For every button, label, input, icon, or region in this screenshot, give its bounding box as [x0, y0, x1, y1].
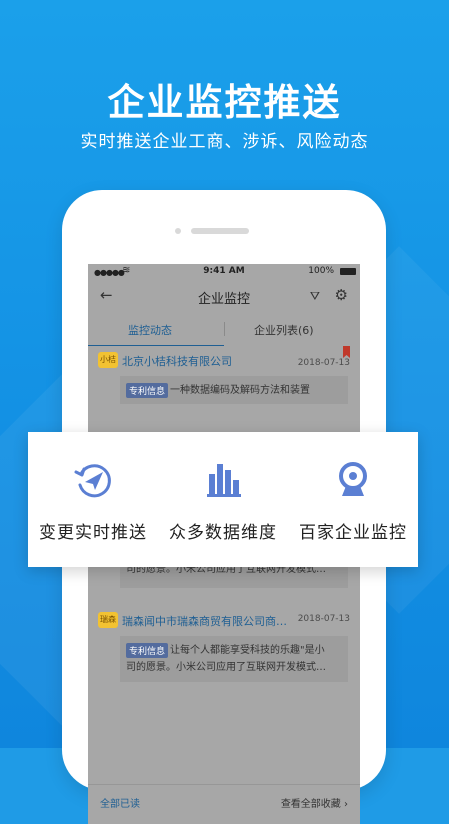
item-date: 2018-07-13 — [297, 358, 350, 368]
phone-speaker — [191, 228, 249, 234]
view-all-favorites-link[interactable]: 查看全部收藏 › — [281, 795, 348, 810]
feature-label: 变更实时推送 — [39, 523, 147, 543]
company-name[interactable]: 北京小桔科技有限公司 — [122, 353, 232, 369]
nav-bar: ← 企业监控 ⛛ ⚙ — [88, 280, 360, 312]
feature-label: 百家企业监控 — [299, 523, 407, 543]
info-text-line: 司的愿景。小米公司应用了互联网开发模式… — [126, 662, 326, 673]
list-item[interactable]: 小桔 北京小桔科技有限公司 2018-07-13 专利信息 一种数据编码及解码方… — [88, 346, 360, 416]
company-name[interactable]: 瑞森闻中市瑞森商贸有限公司商… — [122, 613, 287, 629]
info-box: 专利信息 一种数据编码及解码方法和装置 — [120, 376, 348, 404]
info-text-line: 让每个人都能享受科技的乐趣"是小 — [170, 645, 325, 656]
patent-badge: 专利信息 — [126, 643, 169, 658]
feature-item: 变更实时推送 — [28, 432, 158, 567]
tab-divider — [224, 322, 225, 336]
tab-company-list[interactable]: 企业列表(6) — [254, 322, 314, 338]
tab-monitor-updates[interactable]: 监控动态 — [128, 322, 172, 338]
mark-all-read-link[interactable]: 全部已读 — [100, 795, 140, 810]
info-text: 让每个人都能享受科技的乐趣"是小 — [170, 643, 342, 659]
tab-bar: 监控动态 企业列表(6) — [88, 312, 360, 347]
feature-label: 众多数据维度 — [169, 523, 277, 543]
bookmark-icon — [343, 346, 350, 358]
bar-chart-icon — [207, 464, 241, 497]
filter-icon[interactable]: ⛛ — [310, 289, 320, 304]
info-text: 一种数据编码及解码方法和装置 — [170, 385, 310, 396]
company-logo: 瑞森 — [98, 612, 118, 628]
feature-item: 百家企业监控 — [288, 432, 418, 567]
company-logo: 小桔 — [98, 352, 118, 368]
patent-badge: 专利信息 — [126, 383, 169, 398]
info-box: 专利信息 让每个人都能享受科技的乐趣"是小 司的愿景。小米公司应用了互联网开发模… — [120, 636, 348, 682]
list-item[interactable]: 瑞森 瑞森闻中市瑞森商贸有限公司商… 2018-07-13 专利信息 让每个人都… — [88, 606, 360, 696]
send-refresh-icon — [74, 464, 111, 498]
chevron-right-icon: › — [344, 799, 348, 810]
feature-panel: 变更实时推送 众多数据维度 百家企业监控 — [28, 432, 418, 567]
status-bar: ●●●●● ≋ 9:41 AM 100% — [88, 264, 360, 280]
webcam-icon — [339, 462, 367, 496]
page-title: 企业监控推送 — [107, 81, 342, 124]
view-all-favorites-label: 查看全部收藏 — [280, 799, 341, 810]
feature-item: 众多数据维度 — [158, 432, 288, 567]
item-date: 2018-07-13 — [297, 614, 350, 624]
battery-icon — [340, 268, 356, 275]
page-subtitle: 实时推送企业工商、涉诉、风险动态 — [80, 132, 369, 152]
phone-camera-dot — [175, 228, 181, 234]
footer-bar: 全部已读 查看全部收藏 › — [88, 784, 360, 824]
battery-percent: 100% — [308, 266, 334, 276]
gear-icon[interactable]: ⚙ — [335, 286, 348, 304]
